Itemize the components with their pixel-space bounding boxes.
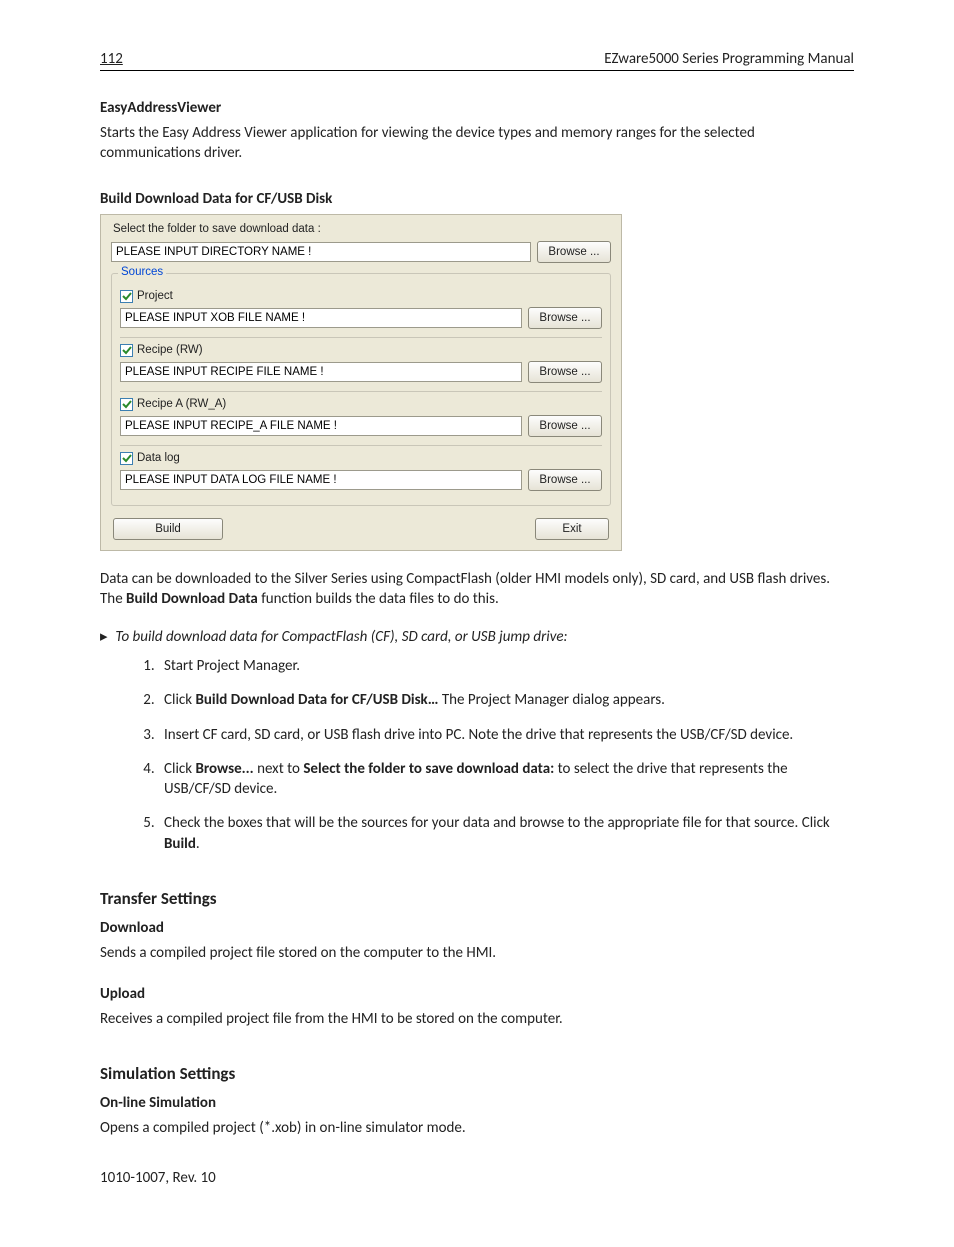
check-icon (122, 399, 132, 409)
recipe-a-label: Recipe A (RW_A) (137, 398, 226, 410)
project-label: Project (137, 290, 173, 302)
folder-row: PLEASE INPUT DIRECTORY NAME ! Browse ... (111, 241, 611, 263)
dialog-button-row: Build Exit (111, 518, 611, 540)
browse-button-xob[interactable]: Browse ... (528, 307, 602, 329)
heading-transfer-settings: Transfer Settings (100, 888, 854, 909)
xob-file-input[interactable]: PLEASE INPUT XOB FILE NAME ! (120, 308, 522, 328)
check-icon (122, 345, 132, 355)
heading-easyaddressviewer: EasyAddressViewer (100, 99, 854, 117)
project-checkbox[interactable] (120, 290, 133, 303)
recipe-file-input[interactable]: PLEASE INPUT RECIPE FILE NAME ! (120, 362, 522, 382)
heading-build-download-data: Build Download Data for CF/USB Disk (100, 190, 854, 208)
recipe-a-file-input[interactable]: PLEASE INPUT RECIPE_A FILE NAME ! (120, 416, 522, 436)
upload-desc: Receives a compiled project file from th… (100, 1009, 854, 1029)
page-header: 112 EZware5000 Series Programming Manual (100, 50, 854, 71)
build-download-desc: Data can be downloaded to the Silver Ser… (100, 569, 854, 610)
recipe-checkbox[interactable] (120, 344, 133, 357)
step-3: Insert CF card, SD card, or USB flash dr… (158, 725, 854, 745)
heading-upload: Upload (100, 985, 854, 1003)
datalog-file-input[interactable]: PLEASE INPUT DATA LOG FILE NAME ! (120, 470, 522, 490)
heading-online-simulation: On-line Simulation (100, 1094, 854, 1112)
check-icon (122, 453, 132, 463)
heading-simulation-settings: Simulation Settings (100, 1063, 854, 1084)
build-button[interactable]: Build (113, 518, 223, 540)
step-5: Check the boxes that will be the sources… (158, 813, 854, 854)
directory-input[interactable]: PLEASE INPUT DIRECTORY NAME ! (111, 242, 531, 262)
sources-fieldset: Sources Project PLEASE INPUT XOB FILE NA… (111, 273, 611, 506)
instruction-lead: ▸ To build download data for CompactFlas… (100, 627, 854, 646)
manual-title: EZware5000 Series Programming Manual (604, 50, 854, 68)
step-1: Start Project Manager. (158, 656, 854, 676)
browse-button-recipe[interactable]: Browse ... (528, 361, 602, 383)
heading-download: Download (100, 919, 854, 937)
easyaddressviewer-desc: Starts the Easy Address Viewer applicati… (100, 123, 854, 164)
datalog-label: Data log (137, 452, 180, 464)
browse-button-directory[interactable]: Browse ... (537, 241, 611, 263)
step-2: Click Build Download Data for CF/USB Dis… (158, 690, 854, 710)
arrow-icon: ▸ (100, 627, 112, 646)
recipe-a-checkbox[interactable] (120, 398, 133, 411)
sources-legend: Sources (118, 266, 166, 278)
divider (120, 445, 602, 446)
project-checkbox-row: Project (120, 290, 602, 303)
divider (120, 391, 602, 392)
check-icon (122, 291, 132, 301)
download-desc: Sends a compiled project file stored on … (100, 943, 854, 963)
document-page: 112 EZware5000 Series Programming Manual… (0, 0, 954, 1247)
page-number: 112 (100, 50, 123, 68)
datalog-checkbox-row: Data log (120, 452, 602, 465)
folder-select-label: Select the folder to save download data … (113, 223, 611, 235)
online-simulation-desc: Opens a compiled project (*.xob) in on-l… (100, 1118, 854, 1138)
steps-list: Start Project Manager. Click Build Downl… (100, 656, 854, 854)
step-4: Click Browse... next to Select the folde… (158, 759, 854, 800)
recipe-a-checkbox-row: Recipe A (RW_A) (120, 398, 602, 411)
exit-button[interactable]: Exit (535, 518, 609, 540)
build-download-dialog: Select the folder to save download data … (100, 214, 622, 551)
divider (120, 337, 602, 338)
browse-button-recipe-a[interactable]: Browse ... (528, 415, 602, 437)
datalog-checkbox[interactable] (120, 452, 133, 465)
recipe-checkbox-row: Recipe (RW) (120, 344, 602, 357)
browse-button-datalog[interactable]: Browse ... (528, 469, 602, 491)
recipe-label: Recipe (RW) (137, 344, 203, 356)
revision-footer: 1010-1007, Rev. 10 (100, 1169, 854, 1187)
